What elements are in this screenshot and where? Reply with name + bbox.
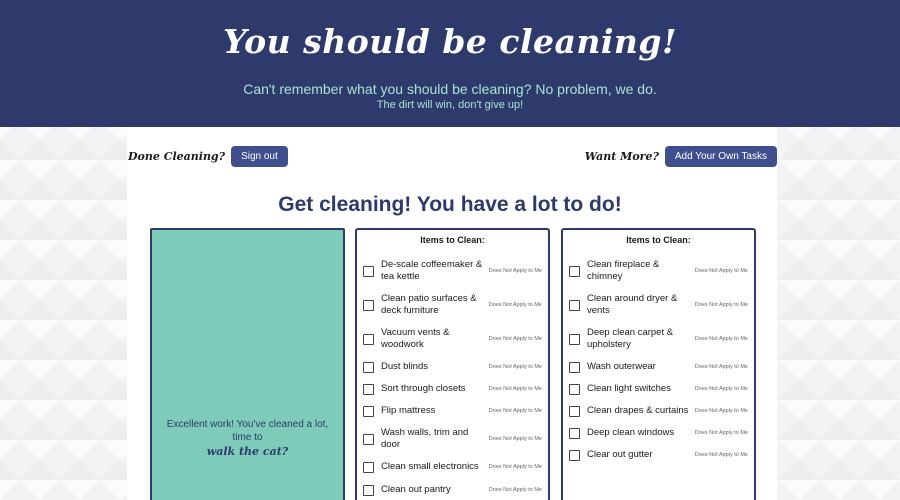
task-checkbox[interactable]	[569, 265, 580, 277]
progress-message: Excellent work! You've cleaned a lot, ti…	[166, 419, 329, 443]
does-not-apply-link[interactable]: Does Not Apply to Me	[489, 268, 542, 274]
task-item: Clean around dryer & vents Does Not Appl…	[569, 293, 748, 317]
task-label: Clean small electronics	[381, 461, 479, 472]
does-not-apply-link[interactable]: Does Not Apply to Me	[489, 487, 542, 493]
task-checkbox[interactable]	[363, 484, 374, 496]
hero-banner: You should be cleaning! Can't remember w…	[0, 0, 900, 127]
list-title: Items to Clean:	[420, 235, 485, 245]
task-checkbox[interactable]	[569, 361, 580, 373]
does-not-apply-link[interactable]: Does Not Apply to Me	[489, 436, 542, 442]
task-label: De-scale coffeemaker & tea kettle	[381, 259, 483, 282]
task-label: Clean around dryer & vents	[587, 293, 678, 316]
task-item: De-scale coffeemaker & tea kettle Does N…	[363, 259, 542, 283]
want-more-label: Want More?	[584, 150, 659, 163]
task-checkbox[interactable]	[363, 461, 374, 473]
task-item: Clean light switches Does Not Apply to M…	[569, 383, 748, 395]
task-label: Clean patio surfaces & deck furniture	[381, 293, 477, 316]
site-title: You should be cleaning!	[222, 22, 677, 61]
does-not-apply-link[interactable]: Does Not Apply to Me	[695, 364, 748, 370]
task-label: Flip mattress	[381, 405, 436, 416]
task-item: Flip mattress Does Not Apply to Me	[363, 405, 542, 417]
task-item: Wash walls, trim and door Does Not Apply…	[363, 427, 542, 451]
does-not-apply-link[interactable]: Does Not Apply to Me	[695, 268, 748, 274]
task-checkbox[interactable]	[363, 333, 374, 345]
task-checkbox[interactable]	[569, 383, 580, 395]
does-not-apply-link[interactable]: Does Not Apply to Me	[489, 464, 542, 470]
does-not-apply-link[interactable]: Does Not Apply to Me	[695, 408, 748, 414]
task-item: Wash outerwear Does Not Apply to Me	[569, 361, 748, 373]
progress-cta: walk the cat?	[206, 445, 289, 458]
does-not-apply-link[interactable]: Does Not Apply to Me	[695, 452, 748, 458]
does-not-apply-link[interactable]: Does Not Apply to Me	[695, 430, 748, 436]
task-item: Dust blinds Does Not Apply to Me	[363, 361, 542, 373]
done-cleaning-label: Done Cleaning?	[128, 150, 226, 163]
task-checkbox[interactable]	[569, 299, 580, 311]
task-label: Deep clean carpet & upholstery	[587, 327, 674, 350]
task-checkbox[interactable]	[363, 383, 374, 395]
task-item: Clean drapes & curtains Does Not Apply t…	[569, 405, 748, 417]
does-not-apply-link[interactable]: Does Not Apply to Me	[489, 364, 542, 370]
does-not-apply-link[interactable]: Does Not Apply to Me	[695, 302, 748, 308]
want-more-bar: Want More? Add Your Own Tasks	[585, 146, 777, 167]
task-label: Clean light switches	[587, 383, 671, 394]
task-item: Vacuum vents & woodwork Does Not Apply t…	[363, 327, 542, 351]
progress-panel: Excellent work! You've cleaned a lot, ti…	[150, 228, 345, 500]
task-item: Clean patio surfaces & deck furniture Do…	[363, 293, 542, 317]
does-not-apply-link[interactable]: Does Not Apply to Me	[489, 302, 542, 308]
task-checkbox[interactable]	[363, 361, 374, 373]
task-label: Clear out gutter	[587, 449, 653, 460]
task-item: Clean out pantry Does Not Apply to Me	[363, 484, 542, 496]
task-list-1: Items to Clean: De-scale coffeemaker & t…	[355, 228, 550, 500]
task-label: Clean drapes & curtains	[587, 405, 689, 416]
task-label: Sort through closets	[381, 383, 466, 394]
task-checkbox[interactable]	[363, 433, 374, 445]
does-not-apply-link[interactable]: Does Not Apply to Me	[489, 336, 542, 342]
page-heading: Get cleaning! You have a lot to do!	[278, 193, 622, 216]
task-label: Deep clean windows	[587, 427, 675, 438]
task-label: Vacuum vents & woodwork	[381, 327, 450, 350]
does-not-apply-link[interactable]: Does Not Apply to Me	[489, 386, 542, 392]
task-label: Wash walls, trim and door	[381, 427, 469, 450]
task-item: Deep clean carpet & upholstery Does Not …	[569, 327, 748, 351]
task-checkbox[interactable]	[569, 333, 580, 345]
does-not-apply-link[interactable]: Does Not Apply to Me	[489, 408, 542, 414]
does-not-apply-link[interactable]: Does Not Apply to Me	[695, 336, 748, 342]
task-list-2: Items to Clean: Clean fireplace & chimne…	[561, 228, 756, 500]
task-label: Dust blinds	[381, 361, 428, 372]
task-label: Clean out pantry	[381, 484, 451, 495]
task-item: Clean small electronics Does Not Apply t…	[363, 461, 542, 473]
site-tagline: The dirt will win, don't give up!	[376, 99, 524, 111]
task-label: Wash outerwear	[587, 361, 656, 372]
does-not-apply-link[interactable]: Does Not Apply to Me	[695, 386, 748, 392]
task-item: Clear out gutter Does Not Apply to Me	[569, 449, 748, 461]
site-subtitle: Can't remember what you should be cleani…	[243, 81, 657, 97]
task-checkbox[interactable]	[569, 449, 580, 461]
task-label: Clean fireplace & chimney	[587, 259, 660, 282]
task-checkbox[interactable]	[569, 405, 580, 417]
task-checkbox[interactable]	[363, 405, 374, 417]
task-checkbox[interactable]	[363, 299, 374, 311]
task-checkbox[interactable]	[569, 427, 580, 439]
task-item: Deep clean windows Does Not Apply to Me	[569, 427, 748, 439]
done-cleaning-bar: Done Cleaning? Sign out	[128, 146, 288, 167]
task-item: Clean fireplace & chimney Does Not Apply…	[569, 259, 748, 283]
add-tasks-button[interactable]: Add Your Own Tasks	[664, 146, 777, 167]
task-item: Sort through closets Does Not Apply to M…	[363, 383, 542, 395]
list-title: Items to Clean:	[626, 235, 691, 245]
task-checkbox[interactable]	[363, 265, 374, 277]
sign-out-button[interactable]: Sign out	[231, 146, 288, 167]
